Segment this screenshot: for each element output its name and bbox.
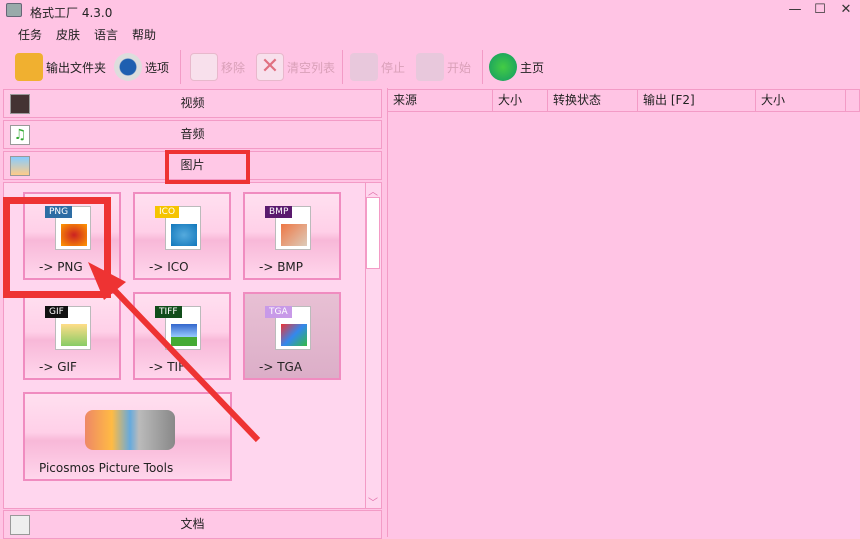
annotation-arrow	[88, 262, 261, 443]
